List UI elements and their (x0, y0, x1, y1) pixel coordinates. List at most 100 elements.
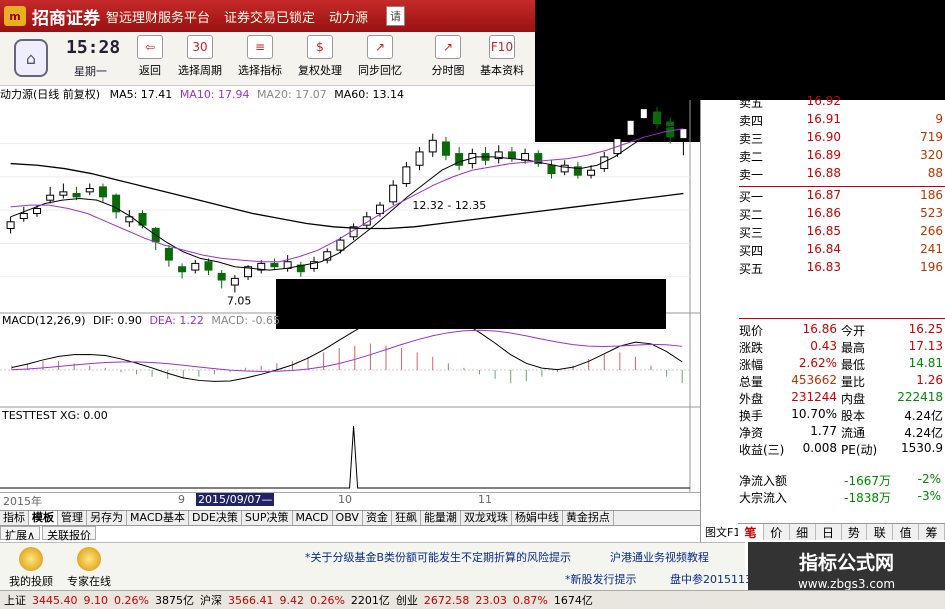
right-tab[interactable]: 联 (867, 524, 894, 540)
right-tab[interactable]: 日 (815, 524, 842, 540)
toolbar-button-4[interactable]: ↗ 同步回忆 (352, 35, 408, 83)
order-price: 16.87 (806, 188, 841, 202)
order-label: 卖一 (739, 168, 764, 182)
indicator-tab[interactable]: 另存为 (87, 511, 127, 525)
indicator-tab[interactable]: 杨娟中线 (512, 511, 563, 525)
indicator-tab[interactable]: DDE决策 (189, 511, 242, 525)
index-change: 9.42 (279, 593, 304, 607)
candle (296, 261, 305, 277)
bid-row: 买一 16.87 186 (739, 188, 945, 204)
notice-link-3[interactable]: *新股发行提示 (565, 571, 637, 587)
right-panel-tabs: 笔价细日势联值筹 (738, 523, 945, 540)
advisor-icon (19, 547, 43, 571)
xg-signal-line (0, 425, 690, 489)
expert-online-button[interactable]: 专家在线 (64, 547, 114, 589)
candle (310, 256, 319, 272)
candle (573, 161, 582, 179)
index-change: 23.03 (475, 593, 507, 607)
order-volume: 719 (920, 130, 943, 144)
candle (402, 161, 411, 187)
toolbar-button-label: 选择周期 (178, 64, 222, 77)
right-tab[interactable]: 值 (893, 524, 920, 540)
order-price: 16.88 (806, 166, 841, 180)
fund-flow-row: 大宗流入 -1838万 -3% (739, 489, 941, 506)
query-input[interactable]: 请 (386, 6, 406, 26)
toolbar-button-2[interactable]: ≡ 选择指标 (232, 35, 288, 83)
trade-lock-status[interactable]: 证券交易已锁定 (224, 7, 315, 26)
indicator-tab[interactable]: 资金 (363, 511, 392, 525)
quote-value: 4.24亿 (904, 409, 943, 423)
test-indicator-title: TESTTEST XG: 0.00 (2, 409, 108, 422)
period-icon: 30 (187, 35, 213, 59)
quote-value: 10.70% (791, 407, 837, 421)
macd-dea: DEA: 1.22 (149, 314, 204, 327)
order-price: 16.86 (806, 206, 841, 220)
indicator-tab[interactable]: MACD (293, 511, 333, 525)
quote-value: 17.13 (908, 339, 943, 353)
adjust-icon: $ (307, 35, 333, 59)
right-tab[interactable]: 笔 (738, 524, 764, 540)
ma-line-MA10 (10, 128, 684, 263)
indicator-tab[interactable]: 管理 (58, 511, 87, 525)
indicator-tab[interactable]: MACD基本 (127, 511, 189, 525)
right-tab[interactable]: 势 (841, 524, 868, 540)
quote-label: 涨跌 (739, 341, 764, 355)
indicator-tab[interactable]: 模板 (29, 511, 58, 525)
candle (455, 146, 464, 171)
indicator-tab[interactable]: SUP决策 (242, 511, 293, 525)
order-label: 卖五 (739, 96, 764, 110)
toolbar-button-6[interactable]: F10 基本资料 (474, 35, 530, 83)
quote-value: 16.86 (802, 322, 837, 336)
indicator-tab[interactable]: 黄金拐点 (563, 511, 614, 525)
ask-row: 卖五 16.92 (739, 94, 945, 110)
quote-row: 总量 453662 量比 1.26 (739, 373, 943, 390)
quote-row: 现价 16.86 今开 16.25 (739, 322, 943, 339)
quote-label: 股本 (841, 409, 866, 423)
candle (270, 258, 279, 271)
index-name[interactable]: 上证 (4, 592, 26, 608)
indicator-tab[interactable]: 双龙戏珠 (461, 511, 512, 525)
platform-tagline: 智远理财服务平台 (106, 10, 211, 26)
order-label: 卖二 (739, 150, 764, 164)
quote-value: 0.008 (802, 441, 837, 455)
index-name[interactable]: 沪深 (200, 592, 222, 608)
toolbar-button-label: 基本资料 (480, 64, 524, 77)
title-bar: m 招商证券 智远理财服务平台 证券交易已锁定 动力源 请 (0, 0, 535, 32)
index-amount: 2201亿 (350, 594, 390, 607)
toolbar-button-5[interactable]: ↗ 分时图 (420, 35, 476, 83)
lock-icon[interactable]: ⌂ (14, 39, 48, 77)
index-value: 2672.58 (423, 593, 470, 607)
right-tab[interactable]: 筹 (919, 524, 945, 540)
quote-row: 换手 10.70% 股本 4.24亿 (739, 407, 943, 424)
toolbar-button-3[interactable]: $ 复权处理 (292, 35, 348, 83)
toolbar-button-1[interactable]: 30 选择周期 (172, 35, 228, 83)
expand-button[interactable]: 扩展∧ (0, 526, 41, 542)
related-quotes-button[interactable]: 关联报价 (42, 526, 97, 542)
indicator-tab[interactable]: 指标 (0, 511, 29, 525)
candle (217, 270, 226, 289)
quote-label: 换手 (739, 409, 764, 423)
candle (626, 113, 635, 139)
bid-row: 买三 16.85 266 (739, 224, 945, 240)
quote-label: 量比 (841, 375, 866, 389)
index-name[interactable]: 创业 (396, 592, 418, 608)
toolbar-button-0[interactable]: ⇦ 返回 (134, 35, 166, 83)
quote-value: 231244 (791, 390, 837, 404)
macd-title-bar: MACD(12,26,9) DIF: 0.90 DEA: 1.22 MACD: … (2, 314, 280, 327)
date-cursor[interactable]: 2015/09/07— (196, 493, 275, 506)
macd-title: MACD(12,26,9) (2, 314, 86, 327)
flow-label: 净流入额 (739, 474, 788, 488)
right-tab[interactable]: 价 (763, 524, 790, 540)
notice-link-1[interactable]: *关于分级基金B类份额可能发生不定期折算的风险提示 (305, 549, 571, 565)
indicator-tab[interactable]: 能量潮 (421, 511, 461, 525)
ask-row: 卖三 16.90 719 (739, 130, 945, 146)
my-advisor-button[interactable]: 我的投顾 (6, 547, 56, 589)
indicator-tab[interactable]: OBV (333, 511, 363, 525)
fund-flow-row: 净流入额 -1667万 -2% (739, 472, 941, 489)
right-tab[interactable]: 细 (789, 524, 816, 540)
macd-value: MACD: -0.65 (211, 314, 281, 327)
quote-value: 1.26 (916, 373, 943, 387)
notice-link-2[interactable]: 沪港通业务视频教程 (610, 549, 709, 565)
indicator-tab[interactable]: 狂飙 (392, 511, 421, 525)
notice-link-4[interactable]: 盘中参2015113 (670, 571, 752, 587)
